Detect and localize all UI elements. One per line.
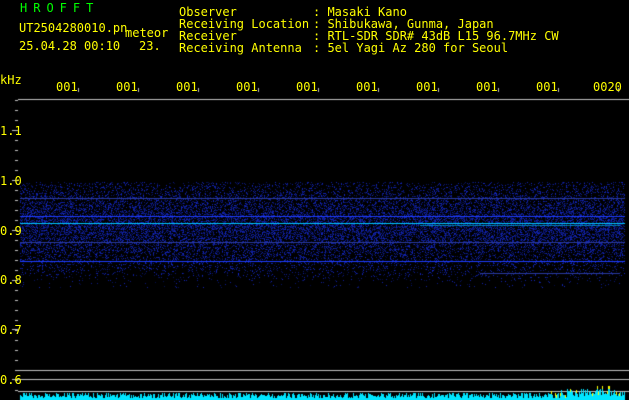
info-antenna-value: : 5el Yagi Az 280 for Seoul [313, 41, 509, 55]
datetime: 25.04.28 00:10 [19, 39, 121, 53]
y-tick-label: 0.6 [0, 373, 22, 387]
axis-unit-label: kHz [0, 73, 22, 87]
time-tick-label: 001 [476, 80, 498, 94]
meteor-count: 23. [139, 39, 161, 53]
time-tick-label: 0020 [593, 80, 622, 94]
y-tick-label: 0.7 [0, 323, 22, 337]
app-title: HROFFT [20, 1, 100, 15]
time-tick-label: 001 [116, 80, 138, 94]
time-tick-label: 001 [56, 80, 78, 94]
time-tick-label: 001 [356, 80, 378, 94]
time-tick-label: 001 [416, 80, 438, 94]
y-tick-label: 0.8 [0, 273, 22, 287]
time-tick-label: 001 [536, 80, 558, 94]
y-tick-label: 1.0 [0, 174, 22, 188]
info-antenna-label: Receiving Antenna [179, 41, 302, 55]
time-tick-label: 001 [296, 80, 318, 94]
time-tick-label: 001 [236, 80, 258, 94]
time-tick-label: 001 [176, 80, 198, 94]
meteor-label: meteor [125, 26, 169, 40]
y-tick-label: 0.9 [0, 224, 22, 238]
spectrogram-canvas [0, 0, 629, 400]
y-tick-label: 1.1 [0, 124, 22, 138]
filename: UT2504280010.pn [19, 21, 128, 35]
